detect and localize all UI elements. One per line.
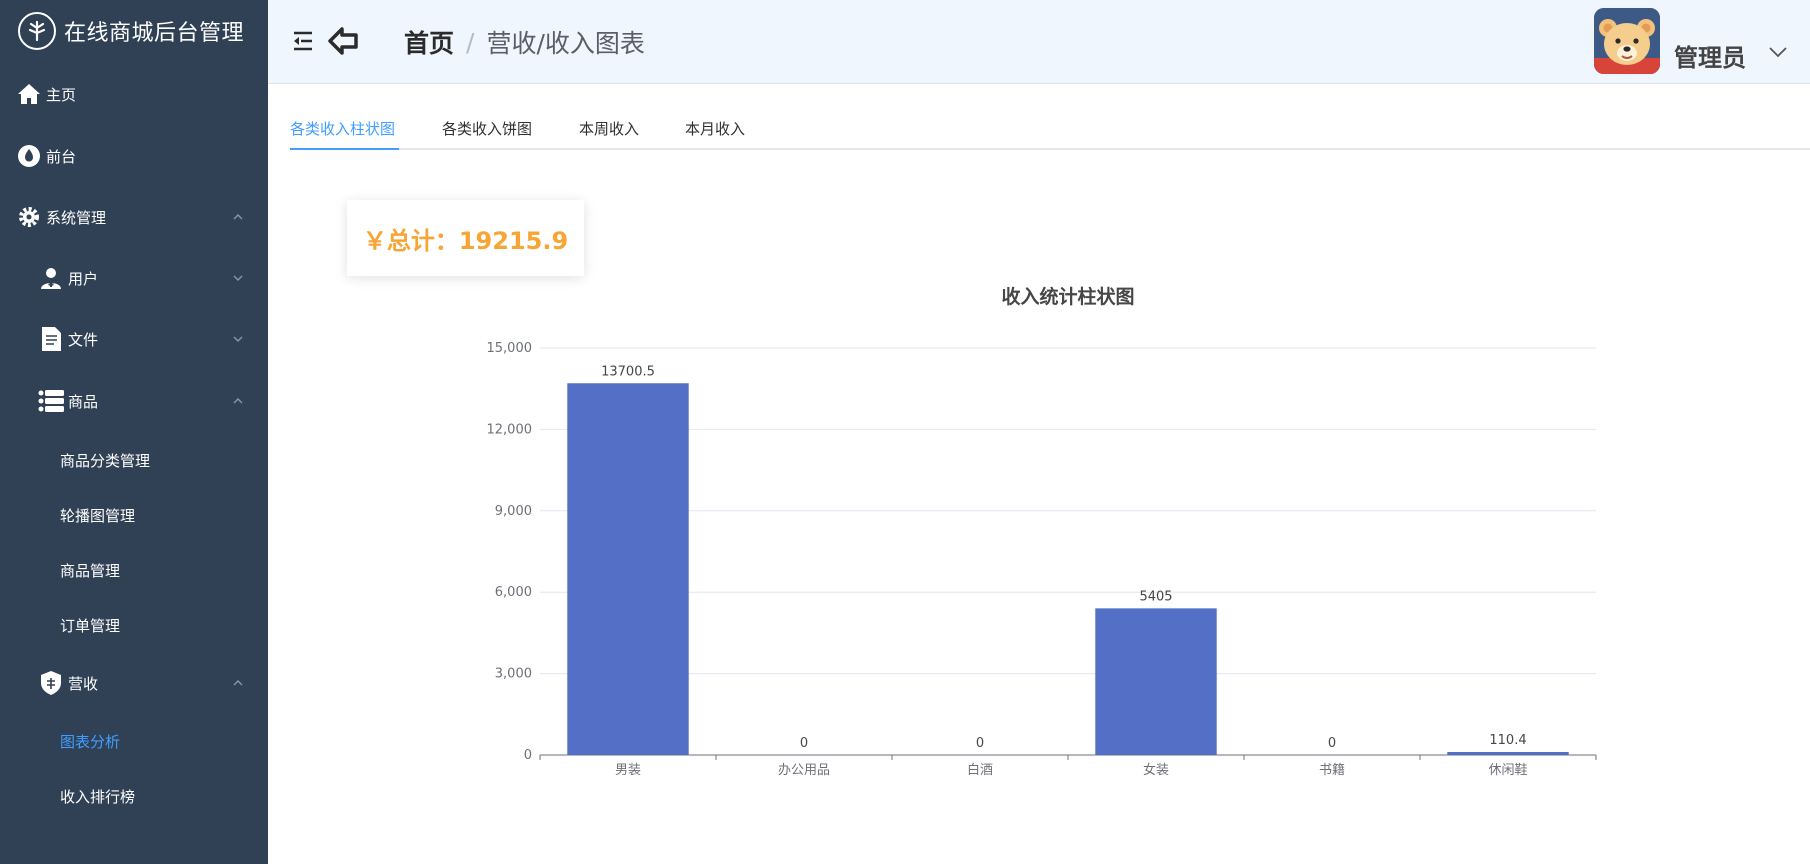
header: 首页 / 营收/收入图表 管理员 (268, 0, 1810, 84)
breadcrumb-separator: / (466, 27, 475, 57)
y-tick-label: 15,000 (487, 341, 533, 356)
shield-icon (38, 670, 64, 696)
chevron-down-icon[interactable] (1768, 46, 1788, 58)
bar-value-label: 0 (976, 736, 984, 751)
x-tick-label: 女装 (1143, 762, 1169, 778)
x-tick-label: 男装 (615, 763, 641, 778)
sidebar-item-revenue-ranking[interactable]: 收入排行榜 (0, 768, 268, 824)
menu-fold-icon[interactable] (292, 30, 314, 52)
x-tick-label: 白酒 (967, 762, 993, 778)
chart-tabs: 各类收入柱状图 各类收入饼图 本周收入 本月收入 (290, 100, 1810, 150)
sidebar-item-label: 前台 (46, 147, 77, 166)
total-value: ￥总计：19215.9 (362, 226, 569, 255)
chevron-down-icon (233, 275, 243, 281)
tab-pie-chart[interactable]: 各类收入饼图 (442, 118, 532, 139)
chevron-up-icon (233, 680, 243, 686)
sidebar-item-order-manage[interactable]: 订单管理 (0, 597, 268, 653)
sidebar-item-label: 主页 (46, 85, 77, 104)
bar-value-label: 0 (1328, 736, 1336, 751)
sidebar-item-label: 订单管理 (60, 616, 121, 635)
sidebar-item-label: 系统管理 (46, 208, 107, 227)
bear-avatar-icon (1594, 8, 1660, 74)
sidebar: 在线商城后台管理 主页 前台 系统管理 用户 文件 商品 商品分类管理 轮播图管… (0, 0, 268, 864)
bar (1447, 752, 1569, 755)
drop-icon (16, 143, 42, 169)
sidebar-item-label: 商品管理 (60, 561, 121, 580)
sidebar-item-product-manage[interactable]: 商品管理 (0, 542, 268, 598)
back-arrow-icon[interactable] (328, 26, 360, 56)
sidebar-item-carousel-manage[interactable]: 轮播图管理 (0, 487, 268, 543)
active-tab-indicator (290, 148, 399, 150)
breadcrumb: 首页 / 营收/收入图表 (404, 24, 645, 60)
chart-title: 收入统计柱状图 (1001, 285, 1134, 308)
sidebar-item-label: 图表分析 (60, 732, 121, 751)
breadcrumb-home[interactable]: 首页 (404, 24, 454, 60)
logo-icon (18, 12, 56, 50)
y-tick-label: 9,000 (495, 504, 532, 519)
sidebar-item-system[interactable]: 系统管理 (0, 189, 268, 245)
y-tick-label: 0 (524, 748, 532, 763)
bar-value-label: 0 (800, 736, 808, 751)
chevron-up-icon (233, 398, 243, 404)
user-name[interactable]: 管理员 (1674, 38, 1746, 73)
sidebar-item-frontend[interactable]: 前台 (0, 128, 268, 184)
file-icon (38, 326, 64, 352)
sidebar-item-label: 收入排行榜 (60, 787, 136, 806)
sidebar-item-label: 商品分类管理 (60, 451, 151, 470)
bar (1095, 608, 1217, 755)
home-icon (16, 81, 42, 107)
sidebar-item-label: 文件 (68, 330, 99, 349)
sidebar-item-home[interactable]: 主页 (0, 66, 268, 122)
sidebar-item-category-manage[interactable]: 商品分类管理 (0, 432, 268, 488)
sidebar-item-revenue[interactable]: 营收 (0, 655, 268, 711)
total-card: ￥总计：19215.9 (347, 200, 584, 276)
sidebar-item-users[interactable]: 用户 (0, 250, 268, 306)
tab-bar-chart[interactable]: 各类收入柱状图 (290, 118, 395, 139)
bar-value-label: 5405 (1139, 589, 1172, 604)
x-tick-label: 办公用品 (778, 763, 830, 778)
sidebar-item-files[interactable]: 文件 (0, 311, 268, 367)
gear-icon (16, 204, 42, 230)
list-icon (38, 388, 64, 414)
app-title: 在线商城后台管理 (64, 21, 245, 46)
income-bar-chart: 收入统计柱状图 0 3,000 6,000 9,000 12,000 15,000 137… (487, 285, 1597, 778)
user-icon (38, 265, 64, 291)
sidebar-item-label: 用户 (68, 269, 99, 288)
tab-weekly-income[interactable]: 本周收入 (579, 118, 639, 139)
y-tick-label: 12,000 (487, 422, 533, 437)
y-tick-label: 3,000 (495, 667, 532, 682)
bar (567, 383, 689, 755)
sidebar-item-label: 营收 (68, 674, 99, 693)
sidebar-item-label: 轮播图管理 (60, 506, 136, 525)
app-logo: 在线商城后台管理 (0, 0, 268, 62)
bar-value-label: 13700.5 (601, 364, 655, 379)
chevron-up-icon (233, 214, 243, 220)
x-tick-label: 休闲鞋 (1488, 762, 1527, 778)
avatar[interactable] (1594, 8, 1660, 74)
x-tick-label: 书籍 (1319, 762, 1345, 778)
tab-monthly-income[interactable]: 本月收入 (685, 118, 745, 139)
sidebar-item-label: 商品 (68, 392, 99, 411)
y-tick-label: 6,000 (495, 585, 532, 600)
sidebar-item-products[interactable]: 商品 (0, 373, 268, 429)
sidebar-item-chart-analysis[interactable]: 图表分析 (0, 713, 268, 769)
breadcrumb-current: 营收/收入图表 (486, 29, 645, 58)
bar-value-label: 110.4 (1489, 733, 1526, 748)
chevron-down-icon (233, 336, 243, 342)
